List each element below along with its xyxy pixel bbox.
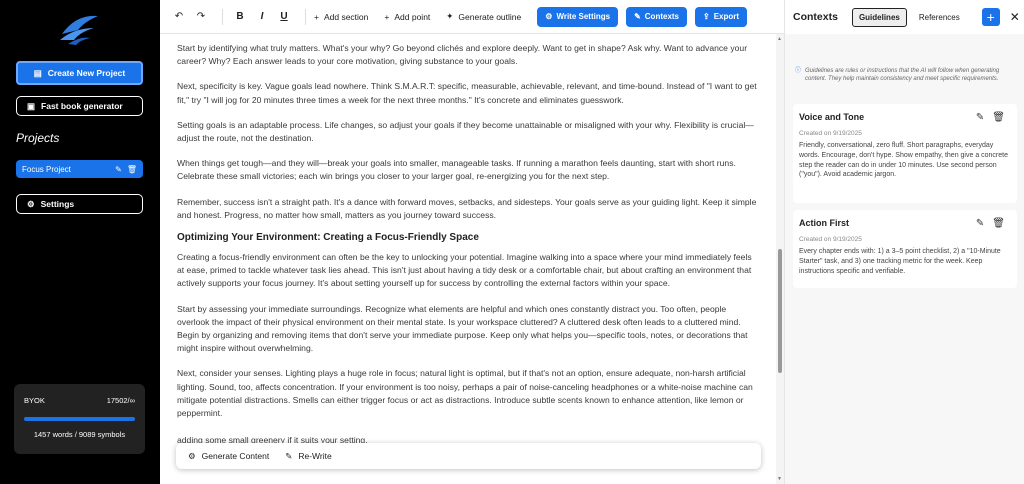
contexts-panel-header: Contexts Guidelines References + ✕ [784,0,1024,34]
contexts-label: Contexts [644,12,680,21]
settings-button[interactable]: ⚙ Settings [16,194,143,214]
usage-panel: BYOK 17502/∞ 1457 words / 9089 symbols [14,384,145,454]
section-heading[interactable]: Optimizing Your Environment: Creating a … [177,232,758,243]
guideline-date: Created on 9/19/2025 [799,130,862,137]
book-icon: ▣ [27,100,36,111]
redo-icon[interactable]: ↷ [192,8,210,26]
paragraph[interactable]: When things get tough—and they will—brea… [177,157,758,183]
floating-action-bar: ⚙ Generate Content ✎ Re-Write [176,443,761,469]
generate-content-button[interactable]: ⚙ Generate Content [188,451,269,462]
generate-outline-button[interactable]: ✦ Generate outline [446,11,521,22]
plus-icon: + [314,11,319,22]
toolbar-divider [222,8,223,25]
contexts-panel: ⓘ Guidelines are rules or instructions t… [784,34,1024,484]
trash-icon[interactable]: 🗑 [992,112,1005,123]
scrollbar-thumb[interactable] [778,249,782,373]
paragraph[interactable]: Start by identifying what truly matters.… [177,42,758,68]
write-settings-button[interactable]: ⚙ Write Settings [537,6,619,27]
trash-icon[interactable]: 🗑 [992,218,1005,229]
quota-value: 17502/∞ [106,396,135,405]
add-guideline-button[interactable]: + [981,8,1000,26]
usage-progress-bar [24,417,135,421]
generate-content-label: Generate Content [201,451,270,461]
guidelines-note: Guidelines are rules or instructions tha… [805,68,1000,82]
write-settings-label: Write Settings [556,12,611,21]
guideline-body: Every chapter ends with: 1) a 3–5 point … [799,248,1001,275]
add-section-label: Add section [323,11,369,22]
contexts-icon: ✎ [634,12,641,21]
settings-label: Settings [40,199,75,209]
plus-icon: + [384,11,390,22]
edit-icon[interactable]: ✎ [976,112,984,123]
editor-toolbar: ↶ ↷ B I U + Add section + Add point ✦ Ge… [160,0,784,34]
document-icon: ▤ [33,67,42,78]
export-button[interactable]: ⇪ Export [695,6,748,27]
generate-outline-label: Generate outline [458,11,522,22]
guideline-date: Created on 9/19/2025 [799,236,862,243]
pencil-icon: ✎ [285,450,293,461]
scroll-down-icon[interactable]: ▼ [777,476,782,482]
italic-icon[interactable]: I [253,8,271,26]
underline-icon[interactable]: U [275,8,293,26]
paragraph[interactable]: Creating a focus-friendly environment ca… [177,251,758,291]
edit-icon[interactable]: ✎ [976,218,984,229]
paragraph[interactable]: Next, specificity is key. Vague goals le… [177,80,758,106]
create-new-project-label: Create New Project [47,68,126,78]
create-new-project-button[interactable]: ▤ Create New Project [16,61,143,85]
toolbar-divider [305,8,306,25]
add-section-button[interactable]: + Add section [314,12,368,22]
fast-book-generator-button[interactable]: ▣ Fast book generator [16,96,143,116]
editor-scrollbar[interactable] [776,34,784,484]
rewrite-button[interactable]: ✎ Re-Write [285,451,332,462]
projects-heading: Projects [16,131,60,145]
word-count: 1457 words / 9089 symbols [33,430,126,439]
contexts-title: Contexts [793,11,838,23]
edit-icon[interactable]: ✎ [115,165,122,174]
app-logo-icon [60,15,98,45]
sparkle-icon: ✦ [446,11,454,21]
add-point-label: Add point [394,11,431,22]
fast-book-generator-label: Fast book generator [41,101,123,111]
gear-icon: ⚙ [27,198,35,209]
sidebar: ▤ Create New Project ▣ Fast book generat… [0,0,160,484]
plan-label: BYOK [24,396,45,405]
usage-progress-fill [24,417,135,421]
scroll-up-icon[interactable]: ▲ [777,36,782,42]
sparkle-gear-icon: ⚙ [188,450,196,461]
guideline-body: Friendly, conversational, zero fluff. Sh… [799,142,1008,179]
paragraph[interactable]: Next, consider your senses. Lighting pla… [177,367,758,420]
paragraph[interactable]: Remember, success isn't a straight path.… [177,196,758,222]
info-icon: ⓘ [795,68,802,74]
bold-icon[interactable]: B [231,8,249,26]
paragraph[interactable]: Start by assessing your immediate surrou… [177,303,758,356]
paragraph[interactable]: Setting goals is an adaptable process. L… [177,119,758,145]
contexts-button[interactable]: ✎ Contexts [626,6,688,27]
guidelines-info: ⓘ Guidelines are rules or instructions t… [785,32,1024,83]
tab-guidelines[interactable]: Guidelines [851,7,907,27]
trash-icon[interactable]: 🗑 [127,165,137,174]
close-icon[interactable]: ✕ [1010,10,1020,24]
add-point-button[interactable]: + Add point [384,12,430,22]
rewrite-label: Re-Write [298,451,332,461]
project-name: Focus Project [22,164,71,174]
sidebar-item-focus-project[interactable]: Focus Project ✎ 🗑 [16,160,143,178]
gear-icon: ⚙ [545,12,553,21]
upload-icon: ⇪ [703,12,710,21]
editor-content[interactable]: Start by identifying what truly matters.… [160,34,774,484]
guideline-card[interactable]: Action First ✎ 🗑 Created on 9/19/2025 Ev… [793,210,1017,288]
export-label: Export [713,12,740,21]
undo-icon[interactable]: ↶ [170,8,188,26]
guideline-card[interactable]: Voice and Tone ✎ 🗑 Created on 9/19/2025 … [793,104,1017,203]
tab-references[interactable]: References [913,9,966,26]
